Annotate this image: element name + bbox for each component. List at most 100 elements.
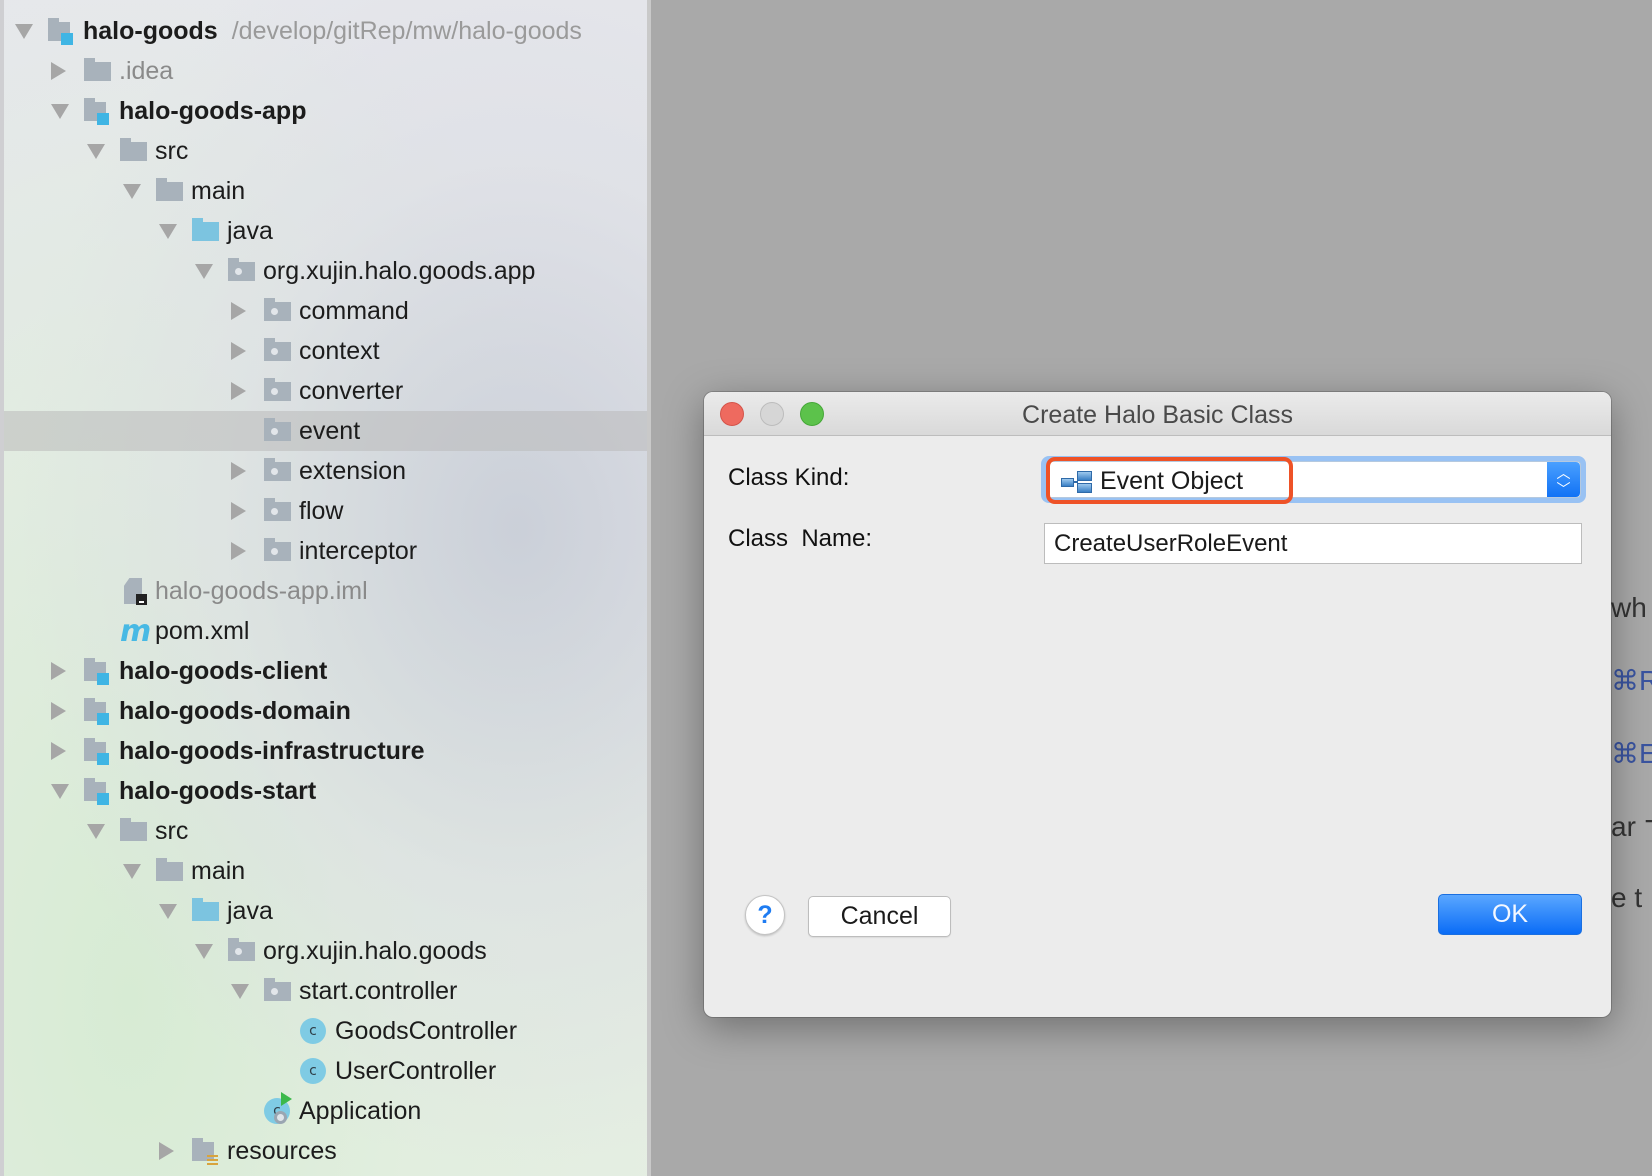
tree-item[interactable]: flow xyxy=(4,491,647,531)
tree-item-label: flow xyxy=(299,496,344,525)
tree-item[interactable]: halo-goods-domain xyxy=(4,691,647,731)
editor-hint-text: ar ⌥ xyxy=(1611,811,1652,842)
tree-item[interactable]: .idea xyxy=(4,51,647,91)
expand-arrow-down-icon[interactable] xyxy=(123,864,141,879)
expand-arrow-down-icon[interactable] xyxy=(231,984,249,999)
collapse-arrow-right-icon[interactable] xyxy=(231,502,246,520)
tree-item[interactable]: resources xyxy=(4,1131,647,1171)
package-icon xyxy=(264,298,292,324)
editor-hint-text: ⌘E xyxy=(1611,738,1652,769)
tree-item[interactable]: org.xujin.halo.goods.app xyxy=(4,251,647,291)
tree-item-label: halo-goods-domain xyxy=(119,696,351,725)
collapse-arrow-right-icon[interactable] xyxy=(159,1142,174,1160)
tree-item[interactable]: extension xyxy=(4,451,647,491)
source-folder-icon xyxy=(192,218,220,244)
tree-item-label: halo-goods-client xyxy=(119,656,328,685)
tree-item[interactable]: interceptor xyxy=(4,531,647,571)
expand-arrow-down-icon[interactable] xyxy=(195,944,213,959)
tree-item[interactable]: halo-goods-start xyxy=(4,771,647,811)
tree-item-label: main xyxy=(191,176,246,205)
class-name-input[interactable] xyxy=(1044,523,1582,564)
tree-item[interactable]: context xyxy=(4,331,647,371)
class-kind-label: Class Kind: xyxy=(728,464,850,491)
collapse-arrow-right-icon[interactable] xyxy=(51,662,66,680)
tree-item-label: command xyxy=(299,296,409,325)
tree-item-label-text: halo-goods xyxy=(83,16,218,45)
tree-item-label: converter xyxy=(299,376,404,405)
tree-item[interactable]: c GoodsController xyxy=(4,1011,647,1051)
tree-item[interactable]: main xyxy=(4,851,647,891)
expand-arrow-down-icon[interactable] xyxy=(123,184,141,199)
collapse-arrow-right-icon[interactable] xyxy=(51,742,66,760)
collapse-arrow-right-icon[interactable] xyxy=(51,62,66,80)
class-kind-select-field[interactable]: Event Object ︿ ﹀ xyxy=(1046,461,1581,498)
tree-item-label: main xyxy=(191,856,246,885)
collapse-arrow-right-icon[interactable] xyxy=(231,342,246,360)
collapse-arrow-right-icon[interactable] xyxy=(231,542,246,560)
expand-arrow-down-icon[interactable] xyxy=(159,224,177,239)
tree-item[interactable]: start.controller xyxy=(4,971,647,1011)
tree-item-label: halo-goods-infrastructure xyxy=(119,736,425,765)
tree-item[interactable]: java xyxy=(4,211,647,251)
editor-hint-text: wh xyxy=(1611,592,1647,623)
collapse-arrow-right-icon[interactable] xyxy=(51,702,66,720)
tree-item[interactable]: cApplication xyxy=(4,1091,647,1131)
tree-item[interactable]: command xyxy=(4,291,647,331)
folder-icon xyxy=(156,178,184,204)
tree-item[interactable]: event xyxy=(4,411,647,451)
collapse-arrow-right-icon[interactable] xyxy=(231,382,246,400)
expand-arrow-down-icon[interactable] xyxy=(159,904,177,919)
tree-item[interactable]: src xyxy=(4,811,647,851)
tree-item-label: halo-goods-app xyxy=(119,96,307,125)
tree-item[interactable]: converter xyxy=(4,371,647,411)
module-folder-icon xyxy=(84,98,112,125)
expand-arrow-down-icon[interactable] xyxy=(87,144,105,159)
tree-item[interactable]: c UserController xyxy=(4,1051,647,1091)
tree-item[interactable]: main xyxy=(4,171,647,211)
tree-item-label: halo-goods-app.iml xyxy=(155,576,368,605)
ok-button[interactable]: OK xyxy=(1438,894,1582,935)
cancel-button[interactable]: Cancel xyxy=(808,896,951,937)
dialog-titlebar[interactable]: Create Halo Basic Class xyxy=(704,392,1611,436)
class-kind-select[interactable]: Event Object ︿ ﹀ xyxy=(1041,456,1586,503)
tree-item[interactable]: src xyxy=(4,131,647,171)
maven-icon: m xyxy=(120,614,152,649)
tree-item[interactable]: org.xujin.halo.goods xyxy=(4,931,647,971)
expand-arrow-down-icon[interactable] xyxy=(195,264,213,279)
tree-item[interactable]: m pom.xml xyxy=(4,611,647,651)
module-folder-icon xyxy=(84,658,112,685)
tree-item-label: halo-goods/develop/gitRep/mw/halo-goods xyxy=(83,17,582,46)
tree-item-label: GoodsController xyxy=(335,1016,518,1045)
tree-item[interactable]: java xyxy=(4,891,647,931)
expand-arrow-down-icon[interactable] xyxy=(87,824,105,839)
spring-boot-class-icon: c xyxy=(264,1092,292,1124)
tree-item[interactable]: halo-goods/develop/gitRep/mw/halo-goods xyxy=(4,11,647,51)
iml-file-icon xyxy=(120,578,148,605)
collapse-arrow-right-icon[interactable] xyxy=(231,302,246,320)
editor-hint-text: e t xyxy=(1611,882,1643,913)
project-tree-panel: halo-goods/develop/gitRep/mw/halo-goods.… xyxy=(0,0,651,1176)
tree-item-label: start.controller xyxy=(299,976,458,1005)
class-name-label: Class Name: xyxy=(728,525,873,552)
tree-item[interactable]: halo-goods-app.iml xyxy=(4,571,647,611)
package-icon xyxy=(264,458,292,484)
expand-arrow-down-icon[interactable] xyxy=(15,24,33,39)
expand-arrow-down-icon[interactable] xyxy=(51,784,69,799)
collapse-arrow-right-icon[interactable] xyxy=(231,462,246,480)
tree-item-label: resources xyxy=(227,1136,337,1165)
package-icon xyxy=(228,938,256,964)
help-button[interactable]: ? xyxy=(745,895,785,935)
tree-item[interactable]: halo-goods-app xyxy=(4,91,647,131)
tree-item[interactable]: halo-goods-client xyxy=(4,651,647,691)
package-icon xyxy=(264,498,292,524)
tree-item-label: pom.xml xyxy=(155,616,250,645)
tree-item-label: event xyxy=(299,416,361,445)
dialog-title: Create Halo Basic Class xyxy=(1022,401,1293,429)
tree-item-label: .idea xyxy=(119,56,174,85)
tree-item[interactable]: halo-goods-infrastructure xyxy=(4,731,647,771)
expand-arrow-down-icon[interactable] xyxy=(51,104,69,119)
project-path: /develop/gitRep/mw/halo-goods xyxy=(231,16,582,45)
select-stepper-icon[interactable]: ︿ ﹀ xyxy=(1547,462,1580,497)
package-icon xyxy=(264,338,292,364)
tree-item-label: java xyxy=(227,896,273,925)
